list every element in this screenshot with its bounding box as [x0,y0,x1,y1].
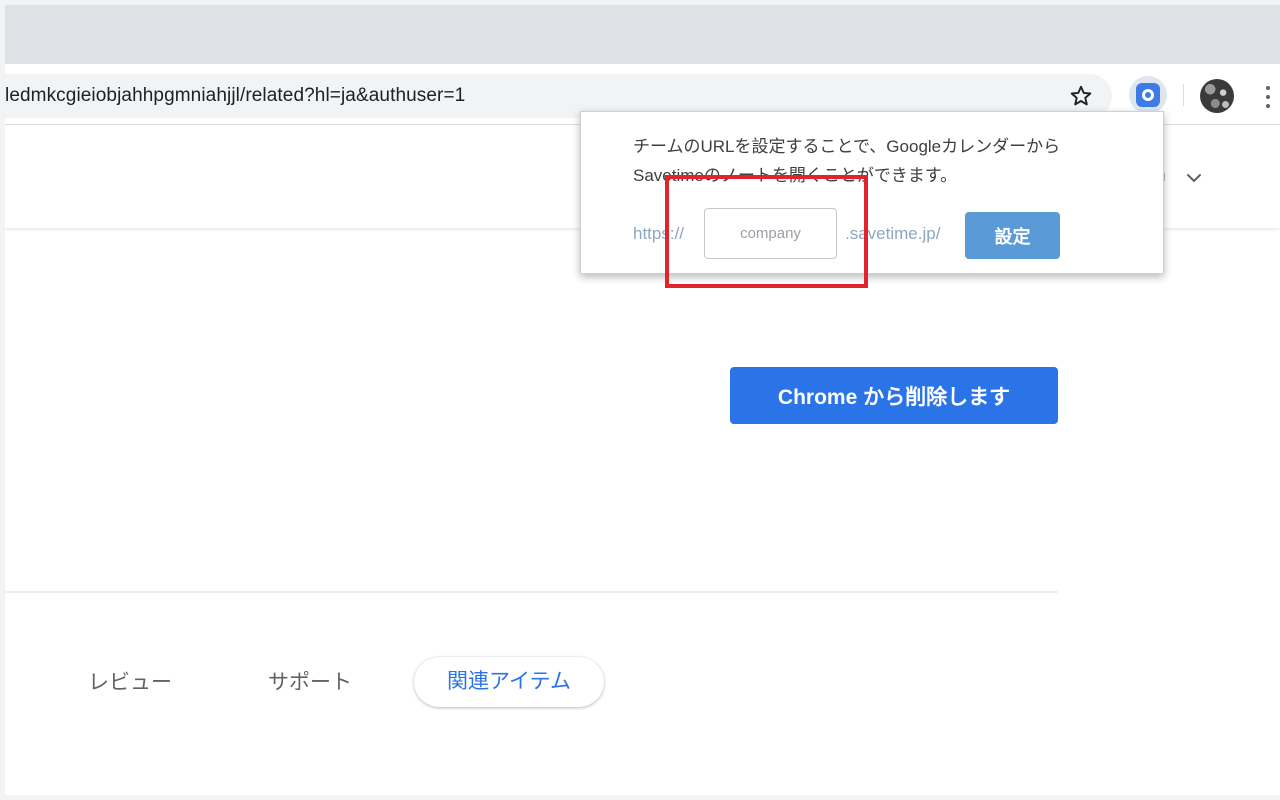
profile-avatar[interactable] [1200,79,1234,113]
extension-badge-icon [1136,83,1160,107]
tab-related-items[interactable]: 関連アイテム [414,657,604,707]
more-vert-icon[interactable] [1263,86,1273,108]
set-button[interactable]: 設定 [965,212,1060,259]
toolbar-separator [1183,84,1184,106]
tab-reviews[interactable]: レビュー [75,657,185,709]
tab-support[interactable]: サポート [255,657,365,709]
address-url[interactable]: ledmkcgieiobjahhpgmniahjjl/related?hl=ja… [5,74,465,118]
chevron-down-icon[interactable] [1185,169,1203,187]
remove-from-chrome-button[interactable]: Chrome から削除します [730,367,1058,424]
tab-strip [5,5,1280,64]
star-icon[interactable] [1068,83,1094,109]
popup-message-line-1: チームのURLを設定することで、Googleカレンダーから [633,137,1061,156]
section-divider [5,591,1058,593]
savetime-extension-icon[interactable] [1129,76,1167,114]
highlight-annotation-box [665,175,868,288]
